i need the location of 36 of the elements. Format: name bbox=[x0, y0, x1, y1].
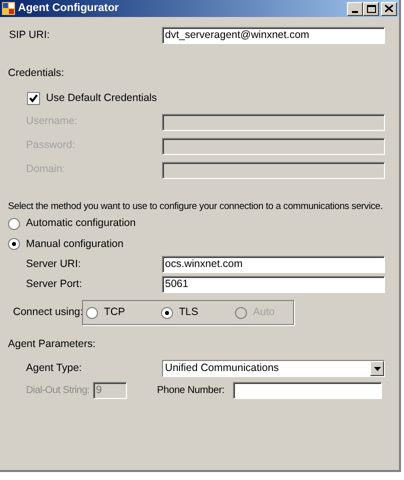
minimize-button[interactable] bbox=[347, 2, 363, 16]
instruction-text: Select the method you want to use to configure your connection to a communications service. bbox=[8, 200, 383, 214]
radio-button[interactable] bbox=[8, 218, 20, 230]
radio-label: Automatic configuration bbox=[26, 216, 136, 231]
radio-button[interactable] bbox=[86, 306, 98, 319]
section-heading: Agent Parameters: bbox=[8, 337, 96, 352]
close-icon bbox=[385, 5, 393, 12]
field-label: SIP URI: bbox=[8, 28, 51, 43]
radio-button[interactable] bbox=[8, 238, 20, 250]
field-label: Agent Type: bbox=[25, 360, 83, 376]
close-button[interactable] bbox=[381, 2, 397, 16]
dropdown-value: Unified Communications bbox=[165, 360, 279, 376]
checkbox-label: Use Default Credentials bbox=[46, 90, 157, 106]
app-icon bbox=[2, 2, 15, 15]
input-field[interactable] bbox=[233, 382, 382, 399]
caret-icon bbox=[374, 366, 380, 370]
maximize-icon bbox=[366, 4, 376, 12]
radio-label: TCP bbox=[104, 304, 125, 320]
radio-label: Manual configuration bbox=[26, 236, 124, 252]
checkbox[interactable] bbox=[27, 92, 40, 106]
section-heading: Credentials: bbox=[8, 66, 64, 81]
input-field[interactable]: dvt_serveragent@winxnet.com bbox=[162, 27, 385, 44]
field-label: Server Port: bbox=[25, 276, 84, 292]
input-field[interactable]: 5061 bbox=[162, 276, 385, 294]
field-label: Phone Number: bbox=[157, 384, 226, 398]
field-label: Server URI: bbox=[25, 256, 82, 272]
window-title: Agent Configurator bbox=[18, 1, 120, 16]
dropdown-button[interactable] bbox=[370, 361, 384, 376]
dropdown[interactable]: Unified Communications bbox=[162, 360, 385, 377]
minimize-icon bbox=[352, 10, 358, 12]
radio-button[interactable] bbox=[161, 306, 173, 319]
input-field[interactable]: ocs.winxnet.com bbox=[162, 256, 385, 274]
field-label: Connect using: bbox=[12, 304, 82, 320]
maximize-button[interactable] bbox=[363, 2, 379, 16]
radio-label: TLS bbox=[179, 304, 198, 320]
field-label: Dial-Out String: bbox=[26, 384, 91, 398]
